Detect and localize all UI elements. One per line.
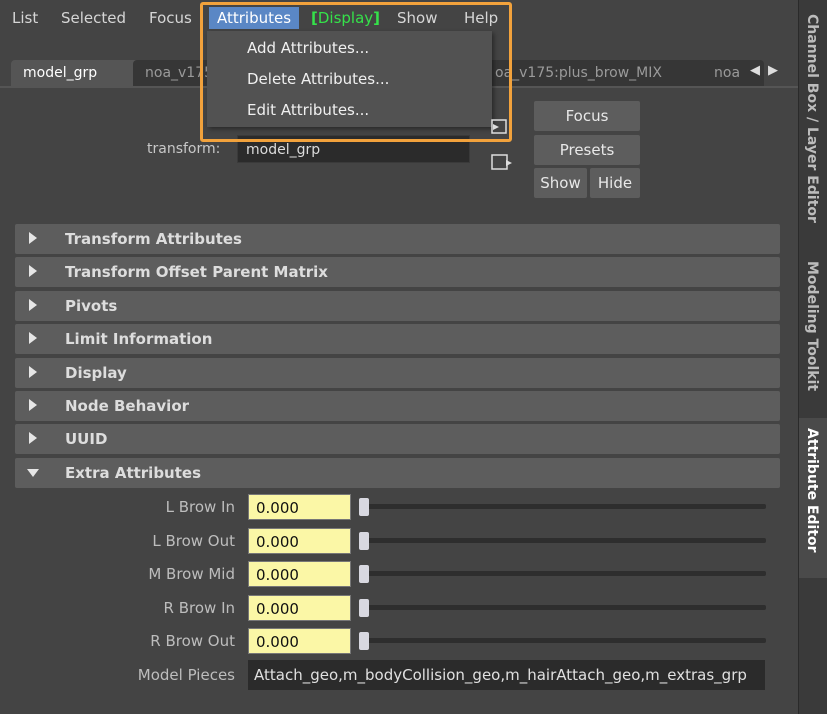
section-pivots[interactable]: Pivots: [15, 291, 780, 321]
section-uuid[interactable]: UUID: [15, 424, 780, 454]
section-transform-offset-parent-matrix[interactable]: Transform Offset Parent Matrix: [15, 257, 780, 287]
menu-display[interactable]: [Display]: [303, 7, 388, 29]
side-tab-modeling-toolkit[interactable]: Modeling Toolkit: [799, 255, 827, 405]
attr-label-m-brow-mid: M Brow Mid: [148, 565, 235, 583]
section-transform-attributes[interactable]: Transform Attributes: [15, 224, 780, 254]
bracket-left: [: [311, 9, 318, 27]
bracket-right: ]: [373, 9, 381, 27]
slider-handle-l-brow-in[interactable]: [359, 498, 369, 516]
expand-triangle-icon: [29, 366, 37, 378]
expand-triangle-icon: [29, 232, 37, 244]
menu-display-label: Display: [317, 9, 374, 27]
section-label: Limit Information: [65, 330, 213, 348]
slider-track-r-brow-out[interactable]: [360, 638, 766, 643]
attr-label-r-brow-in: R Brow In: [163, 599, 235, 617]
slider-track-l-brow-out[interactable]: [360, 538, 766, 543]
menu-item-add-attributes[interactable]: Add Attributes...: [247, 39, 369, 57]
menu-item-delete-attributes[interactable]: Delete Attributes...: [247, 70, 389, 88]
side-tab-label: Channel Box / Layer Editor: [804, 14, 820, 223]
slider-handle-r-brow-in[interactable]: [359, 599, 369, 617]
slider-handle-m-brow-mid[interactable]: [359, 565, 369, 583]
attr-field-r-brow-in[interactable]: 0.000: [248, 595, 351, 621]
attr-field-l-brow-in[interactable]: 0.000: [248, 494, 351, 520]
focus-button[interactable]: Focus: [534, 101, 640, 131]
side-tab-attribute-editor[interactable]: Attribute Editor: [799, 418, 827, 578]
side-panel-tabs: Channel Box / Layer Editor Modeling Tool…: [798, 0, 827, 714]
menu-item-edit-attributes[interactable]: Edit Attributes...: [247, 101, 369, 119]
node-type-label: transform:: [147, 141, 221, 157]
attr-field-m-brow-mid[interactable]: 0.000: [248, 561, 351, 587]
attr-label-l-brow-in: L Brow In: [165, 498, 235, 516]
menu-list[interactable]: List: [4, 7, 46, 29]
slider-track-m-brow-mid[interactable]: [360, 571, 766, 576]
tab-model-grp[interactable]: model_grp: [11, 60, 153, 86]
section-limit-information[interactable]: Limit Information: [15, 324, 780, 354]
slider-handle-l-brow-out[interactable]: [359, 532, 369, 550]
tab-scroll-left-icon[interactable]: ◀: [750, 63, 760, 78]
section-node-behavior[interactable]: Node Behavior: [15, 391, 780, 421]
section-label: Transform Attributes: [65, 230, 242, 248]
side-tab-label: Attribute Editor: [804, 428, 820, 553]
attr-label-l-brow-out: L Brow Out: [152, 532, 235, 550]
attributes-dropdown-menu: Add Attributes... Delete Attributes... E…: [207, 31, 492, 127]
menu-selected[interactable]: Selected: [53, 7, 134, 29]
collapse-triangle-icon: [27, 469, 39, 477]
attr-label-model-pieces: Model Pieces: [137, 666, 235, 684]
section-label: UUID: [65, 430, 108, 448]
menu-help[interactable]: Help: [456, 7, 506, 29]
menu-show[interactable]: Show: [389, 7, 445, 29]
expand-triangle-icon: [29, 432, 37, 444]
expand-triangle-icon: [29, 332, 37, 344]
menu-focus[interactable]: Focus: [141, 7, 200, 29]
section-extra-attributes[interactable]: Extra Attributes: [15, 458, 780, 488]
select-arrow-icon[interactable]: [490, 152, 514, 172]
attr-label-r-brow-out: R Brow Out: [150, 632, 235, 650]
section-display[interactable]: Display: [15, 358, 780, 388]
tab-scroll-right-icon[interactable]: ▶: [768, 63, 778, 78]
menu-attributes[interactable]: Attributes: [209, 7, 300, 29]
section-label: Node Behavior: [65, 397, 190, 415]
attr-field-l-brow-out[interactable]: 0.000: [248, 528, 351, 554]
expand-triangle-icon: [29, 265, 37, 277]
hide-button[interactable]: Hide: [590, 168, 640, 198]
expand-triangle-icon: [29, 299, 37, 311]
slider-track-l-brow-in[interactable]: [360, 504, 766, 509]
attr-field-r-brow-out[interactable]: 0.000: [248, 628, 351, 654]
side-tab-channel-box[interactable]: Channel Box / Layer Editor: [799, 14, 827, 244]
slider-handle-r-brow-out[interactable]: [359, 632, 369, 650]
show-button[interactable]: Show: [534, 168, 587, 198]
focus-arrow-icon[interactable]: [490, 118, 510, 136]
section-label: Pivots: [65, 297, 118, 315]
presets-button[interactable]: Presets: [534, 135, 640, 165]
section-label: Transform Offset Parent Matrix: [65, 263, 328, 281]
side-tab-label: Modeling Toolkit: [804, 261, 820, 392]
node-name-field[interactable]: model_grp: [237, 135, 470, 163]
section-label: Display: [65, 364, 127, 382]
section-label: Extra Attributes: [65, 464, 202, 482]
slider-track-r-brow-in[interactable]: [360, 605, 766, 610]
tab-plus-brow-mix[interactable]: oa_v175:plus_brow_MIX: [483, 60, 717, 86]
expand-triangle-icon: [29, 399, 37, 411]
model-pieces-field[interactable]: Attach_geo,m_bodyCollision_geo,m_hairAtt…: [248, 660, 765, 690]
